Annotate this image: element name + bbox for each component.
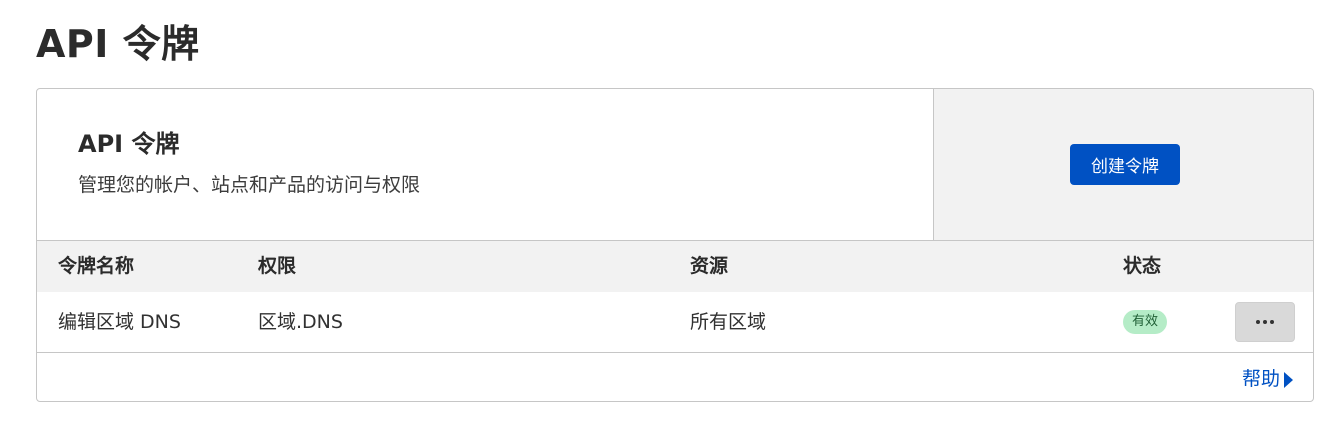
help-label: 帮助 xyxy=(1241,368,1280,390)
table-row: 编辑区域 DNS 区域.DNS 所有区域 有效 xyxy=(37,292,1313,353)
column-header-token-name: 令牌名称 xyxy=(58,255,135,277)
api-tokens-card: API 令牌 管理您的帐户、站点和产品的访问与权限 创建令牌 令牌名称 权限 资… xyxy=(36,88,1314,402)
caret-right-icon xyxy=(1284,372,1293,388)
card-description: 管理您的帐户、站点和产品的访问与权限 xyxy=(78,174,421,196)
more-horizontal-icon xyxy=(1256,320,1274,324)
card-header-actions: 创建令牌 xyxy=(933,89,1313,240)
resource-cell: 所有区域 xyxy=(690,311,767,333)
card-header: API 令牌 管理您的帐户、站点和产品的访问与权限 创建令牌 xyxy=(37,89,1313,241)
status-badge: 有效 xyxy=(1123,310,1168,334)
card-footer: 帮助 xyxy=(37,353,1313,401)
card-title: API 令牌 xyxy=(78,130,180,158)
page-title: API 令牌 xyxy=(36,22,200,66)
token-name-cell: 编辑区域 DNS xyxy=(58,311,181,333)
column-header-status: 状态 xyxy=(1123,255,1162,277)
card-header-info: API 令牌 管理您的帐户、站点和产品的访问与权限 xyxy=(37,89,933,240)
table-header: 令牌名称 权限 资源 状态 xyxy=(37,241,1313,292)
create-token-button[interactable]: 创建令牌 xyxy=(1070,144,1180,185)
column-header-resources: 资源 xyxy=(690,255,729,277)
row-actions-button[interactable] xyxy=(1235,302,1295,342)
permission-cell: 区域.DNS xyxy=(258,311,343,333)
help-link[interactable]: 帮助 xyxy=(1241,353,1293,401)
column-header-permissions: 权限 xyxy=(258,255,297,277)
